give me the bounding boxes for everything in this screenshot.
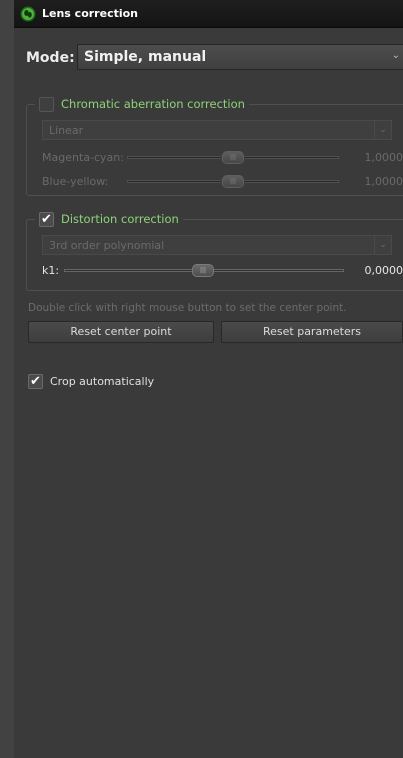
distortion-method-dropdown[interactable]: 3rd order polynomial ⌄ bbox=[42, 235, 392, 255]
mode-dropdown[interactable]: Simple, manual ⌄ bbox=[77, 44, 403, 70]
magenta-cyan-slider-row: Magenta-cyan: ||| 1,00000 bbox=[42, 149, 403, 167]
k1-value: 0,00000 bbox=[364, 264, 403, 277]
chromatic-aberration-legend: Chromatic aberration correction bbox=[35, 95, 249, 113]
left-edge-strip bbox=[0, 0, 14, 758]
blue-yellow-slider-row: Blue-yellow: ||| 1,00000 bbox=[42, 173, 403, 191]
green-eye-logo-icon bbox=[20, 6, 36, 22]
chromatic-method-value: Linear bbox=[49, 124, 84, 137]
k1-label: k1: bbox=[42, 264, 60, 277]
chromatic-aberration-title: Chromatic aberration correction bbox=[61, 97, 245, 111]
magenta-cyan-value: 1,00000 bbox=[364, 151, 403, 164]
distortion-correction-title: Distortion correction bbox=[61, 212, 179, 226]
k1-thumb[interactable]: ||| bbox=[192, 264, 214, 277]
panel-titlebar: Lens correction bbox=[14, 0, 403, 28]
distortion-correction-group: ✔ Distortion correction 3rd order polyno… bbox=[26, 210, 403, 291]
magenta-cyan-label: Magenta-cyan: bbox=[42, 151, 124, 164]
magenta-cyan-thumb[interactable]: ||| bbox=[222, 151, 244, 164]
reset-parameters-button[interactable]: Reset parameters bbox=[221, 321, 403, 343]
chromatic-aberration-checkbox[interactable] bbox=[39, 96, 54, 112]
crop-automatically-label: Crop automatically bbox=[50, 375, 155, 388]
panel-title: Lens correction bbox=[42, 7, 139, 20]
chromatic-aberration-group: Chromatic aberration correction Linear ⌄… bbox=[26, 95, 403, 196]
mode-dropdown-value: Simple, manual bbox=[84, 49, 207, 65]
crop-automatically-checkbox[interactable]: ✔ bbox=[28, 374, 43, 389]
distortion-correction-checkbox[interactable]: ✔ bbox=[39, 211, 54, 227]
blue-yellow-value: 1,00000 bbox=[364, 175, 403, 188]
chevron-down-icon: ⌄ bbox=[374, 236, 391, 254]
crop-automatically-row: ✔ Crop automatically bbox=[28, 374, 154, 389]
chevron-down-icon: ⌄ bbox=[374, 121, 391, 139]
blue-yellow-thumb[interactable]: ||| bbox=[222, 175, 244, 188]
k1-slider-row: k1: ||| 0,00000 bbox=[42, 262, 403, 280]
lens-correction-panel: Lens correction Mode: Simple, manual ⌄ C… bbox=[14, 0, 403, 758]
mode-label: Mode: bbox=[26, 50, 75, 66]
distortion-method-value: 3rd order polynomial bbox=[49, 239, 165, 252]
center-point-hint: Double click with right mouse button to … bbox=[28, 302, 347, 314]
blue-yellow-label: Blue-yellow: bbox=[42, 175, 109, 188]
chevron-down-icon: ⌄ bbox=[391, 50, 400, 61]
distortion-correction-legend: ✔ Distortion correction bbox=[35, 210, 183, 228]
reset-center-point-button[interactable]: Reset center point bbox=[28, 321, 214, 343]
chromatic-method-dropdown[interactable]: Linear ⌄ bbox=[42, 120, 392, 140]
